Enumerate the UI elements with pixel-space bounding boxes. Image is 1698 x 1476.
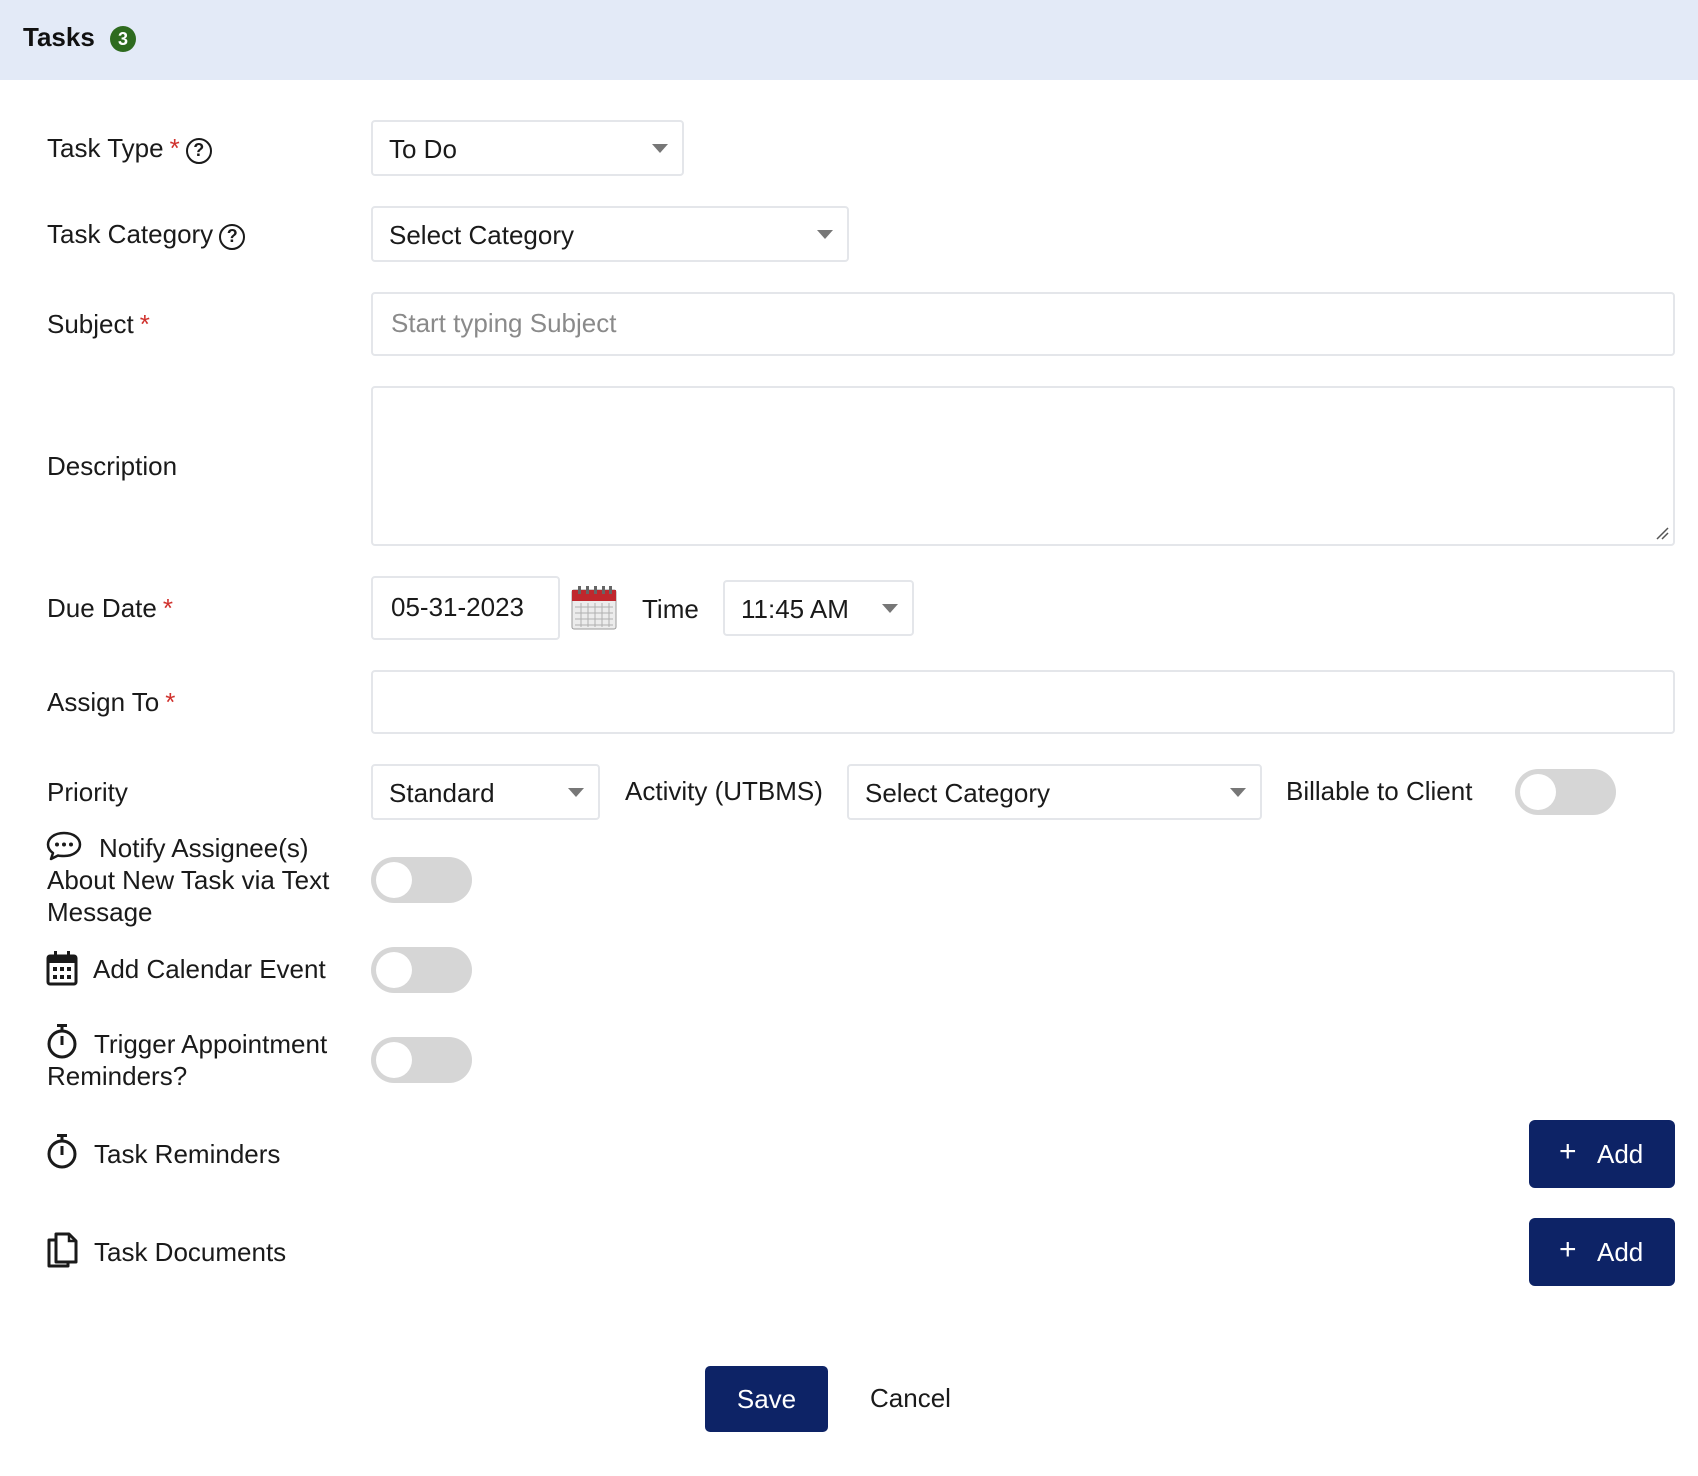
- task-type-value: To Do: [389, 134, 457, 164]
- help-icon[interactable]: ?: [185, 138, 212, 164]
- toggle-knob: [1520, 774, 1556, 810]
- priority-value: Standard: [389, 778, 495, 808]
- activity-value: Select Category: [865, 778, 1050, 808]
- trigger-reminders-label-line2: Reminders?: [47, 1061, 188, 1091]
- activity-select[interactable]: Select Category: [847, 764, 1262, 820]
- trigger-reminders-label-line1: Trigger Appointment: [94, 1029, 328, 1059]
- task-category-label-text: Task Category: [47, 219, 214, 249]
- description-label: Description: [47, 450, 177, 482]
- time-value: 11:45 AM: [741, 594, 849, 624]
- chevron-down-icon: [817, 230, 833, 239]
- calendar-event-toggle[interactable]: [371, 947, 472, 993]
- notify-label-line3: Message: [47, 897, 153, 927]
- subject-label-text: Subject: [47, 309, 134, 339]
- description-label-text: Description: [47, 451, 178, 481]
- add-reminder-label: Add: [1597, 1139, 1644, 1169]
- required-marker: *: [139, 309, 150, 339]
- task-category-value: Select Category: [389, 220, 574, 250]
- stopwatch-icon: [47, 1134, 77, 1169]
- task-reminders-label: Task Reminders: [94, 1139, 281, 1169]
- calendar-event-label: Add Calendar Event: [93, 954, 326, 984]
- required-marker: *: [165, 687, 176, 717]
- due-date-input[interactable]: 05-31-2023: [371, 576, 560, 640]
- toggle-knob: [376, 862, 412, 898]
- assign-to-label: Assign To *: [47, 686, 175, 718]
- chat-bubble-icon: [46, 831, 82, 861]
- plus-icon: +: [1559, 1135, 1577, 1168]
- plus-icon: +: [1559, 1233, 1577, 1266]
- task-type-label-text: Task Type: [47, 133, 164, 163]
- panel-title: Tasks: [23, 22, 95, 52]
- step-badge: 3: [110, 26, 136, 52]
- subject-placeholder: Start typing Subject: [391, 308, 617, 338]
- description-textarea[interactable]: [371, 386, 1675, 546]
- time-select[interactable]: 11:45 AM: [723, 580, 914, 636]
- toggle-knob: [376, 1042, 412, 1078]
- task-type-label: Task Type *?: [47, 132, 212, 164]
- panel-header: Tasks 3: [0, 0, 1698, 80]
- task-type-select[interactable]: To Do: [371, 120, 684, 176]
- add-document-label: Add: [1597, 1237, 1644, 1267]
- required-marker: *: [162, 593, 173, 623]
- priority-label: Priority: [47, 776, 128, 808]
- task-category-label: Task Category?: [47, 218, 246, 250]
- priority-select[interactable]: Standard: [371, 764, 600, 820]
- task-documents-label: Task Documents: [94, 1237, 287, 1267]
- task-category-select[interactable]: Select Category: [371, 206, 849, 262]
- notify-toggle[interactable]: [371, 857, 472, 903]
- notify-label-line2: About New Task via Text: [47, 865, 330, 895]
- assign-to-input[interactable]: [371, 670, 1675, 734]
- chevron-down-icon: [882, 604, 898, 613]
- stopwatch-icon: [47, 1024, 77, 1059]
- assign-to-label-text: Assign To: [47, 687, 160, 717]
- chevron-down-icon: [568, 788, 584, 797]
- calendar-icon: [46, 951, 78, 986]
- activity-label: Activity (UTBMS): [625, 776, 823, 806]
- save-button[interactable]: Save: [705, 1366, 828, 1432]
- chevron-down-icon: [652, 144, 668, 153]
- due-date-label: Due Date *: [47, 592, 173, 624]
- cancel-button[interactable]: Cancel: [870, 1383, 951, 1414]
- billable-label: Billable to Client: [1286, 776, 1473, 806]
- add-document-button[interactable]: + Add: [1529, 1218, 1675, 1286]
- billable-toggle[interactable]: [1515, 769, 1616, 815]
- chevron-down-icon: [1230, 788, 1246, 797]
- documents-icon: [47, 1232, 78, 1268]
- help-icon[interactable]: ?: [219, 224, 246, 250]
- resize-grip-icon[interactable]: [1655, 526, 1669, 540]
- add-reminder-button[interactable]: + Add: [1529, 1120, 1675, 1188]
- due-date-value: 05-31-2023: [391, 592, 524, 622]
- priority-label-text: Priority: [47, 777, 128, 807]
- due-date-label-text: Due Date: [47, 593, 157, 623]
- subject-label: Subject *: [47, 308, 150, 340]
- toggle-knob: [376, 952, 412, 988]
- required-marker: *: [169, 133, 180, 163]
- notify-label-line1: Notify Assignee(s): [99, 833, 309, 863]
- trigger-reminders-toggle[interactable]: [371, 1037, 472, 1083]
- calendar-picker-icon[interactable]: [571, 584, 617, 630]
- time-label: Time: [642, 594, 699, 624]
- subject-input[interactable]: Start typing Subject: [371, 292, 1675, 356]
